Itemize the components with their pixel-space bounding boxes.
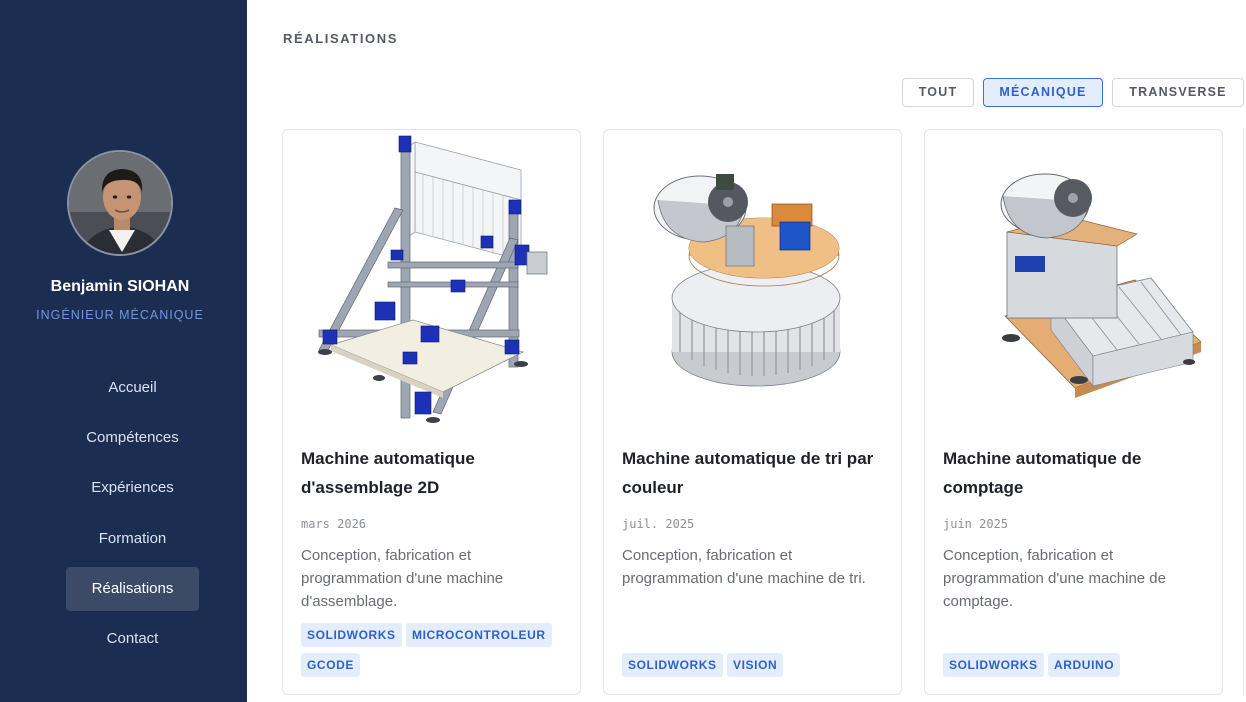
filter-tout-button[interactable]: TOUT xyxy=(902,78,974,107)
project-description: Conception, fabrication et programmation… xyxy=(301,547,504,610)
sidebar-nav: Accueil Compétences Expériences Formatio… xyxy=(66,366,199,667)
filter-transverse-button[interactable]: TRANSVERSE xyxy=(1112,78,1244,107)
sidebar: Benjamin SIOHAN INGÉNIEUR MÉCANIQUE Accu… xyxy=(0,0,247,702)
nav-item-competences[interactable]: Compétences xyxy=(66,416,199,460)
project-description: Conception, fabrication et programmation… xyxy=(622,547,866,587)
project-tag: SOLIDWORKS xyxy=(943,653,1044,677)
project-tag: VISION xyxy=(727,653,784,677)
nav-item-contact[interactable]: Contact xyxy=(66,617,199,661)
nav-item-accueil[interactable]: Accueil xyxy=(66,366,199,410)
project-title: Machine automatique de comptage xyxy=(943,449,1142,497)
project-description: Conception, fabrication et programmation… xyxy=(943,547,1166,610)
project-tag: SOLIDWORKS xyxy=(301,623,402,647)
profile-role: INGÉNIEUR MÉCANIQUE xyxy=(36,308,204,322)
project-card[interactable]: Machine automatique de comptage juin 202… xyxy=(924,129,1223,695)
project-tag: SOLIDWORKS xyxy=(622,653,723,677)
project-card[interactable]: Machine automatique de tri par couleur j… xyxy=(603,129,902,695)
project-date: juin 2025 xyxy=(943,517,1009,531)
project-image-assembly-machine xyxy=(283,130,580,430)
project-image-sorting-machine xyxy=(604,130,901,430)
project-date: mars 2026 xyxy=(301,517,367,531)
project-title: Machine automatique de tri par couleur xyxy=(622,449,874,497)
filter-mecanique-button[interactable]: MÉCANIQUE xyxy=(983,78,1103,107)
project-image-counting-machine xyxy=(925,130,1222,430)
project-tag: MICROCONTROLEUR xyxy=(406,623,552,647)
project-date: juil. 2025 xyxy=(622,517,695,531)
project-card[interactable]: Machine automatique d'assemblage 2D mars… xyxy=(282,129,581,695)
section-title: RÉALISATIONS xyxy=(283,31,399,46)
avatar xyxy=(67,150,173,256)
nav-item-realisations[interactable]: Réalisations xyxy=(66,566,199,611)
nav-item-formation[interactable]: Formation xyxy=(66,517,199,561)
project-tag: GCODE xyxy=(301,653,361,677)
nav-item-experiences[interactable]: Expériences xyxy=(66,466,199,510)
profile-name: Benjamin SIOHAN xyxy=(50,278,190,295)
project-title: Machine automatique d'assemblage 2D xyxy=(301,449,475,497)
project-tag: ARDUINO xyxy=(1048,653,1121,677)
